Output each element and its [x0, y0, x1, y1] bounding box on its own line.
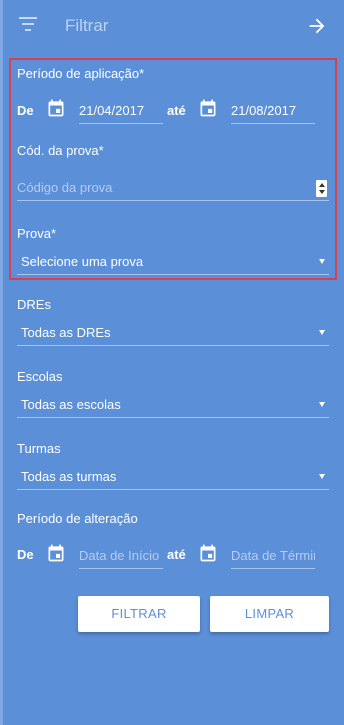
aplicacao-label: Período de aplicação*: [17, 66, 145, 81]
panel-left-edge: [0, 0, 3, 725]
alteracao-ate-label: até: [167, 547, 186, 562]
dres-select[interactable]: Todas as DREs: [17, 322, 329, 346]
turmas-label: Turmas: [17, 441, 61, 456]
arrow-right-icon[interactable]: [306, 15, 328, 37]
escolas-label: Escolas: [17, 369, 63, 384]
dres-select-value: Todas as DREs: [21, 325, 111, 340]
alteracao-start-date-field[interactable]: Data de Início: [79, 545, 163, 569]
alteracao-label: Período de alteração: [17, 511, 138, 526]
dropdown-caret-icon: [319, 474, 325, 479]
required-fields-highlight: [9, 58, 337, 280]
dres-label: DREs: [17, 297, 51, 312]
aplicacao-de-label: De: [17, 103, 34, 118]
dropdown-caret-icon: [319, 330, 325, 335]
codigo-prova-input[interactable]: Código da prova: [17, 177, 329, 201]
dropdown-caret-icon: [319, 259, 325, 264]
escolas-select[interactable]: Todas as escolas: [17, 394, 329, 418]
prova-label: Prova*: [17, 226, 57, 241]
codigo-prova-placeholder: Código da prova: [17, 180, 113, 195]
prova-select[interactable]: Selecione uma prova: [17, 251, 329, 275]
header-title: Filtrar: [65, 16, 109, 35]
filter-list-icon[interactable]: [18, 17, 38, 33]
aplicacao-start-date-field[interactable]: 21/04/2017: [79, 100, 163, 124]
calendar-icon[interactable]: [46, 543, 66, 563]
number-stepper-icon[interactable]: [315, 179, 328, 198]
turmas-select-value: Todas as turmas: [21, 469, 117, 484]
aplicacao-ate-label: até: [167, 103, 186, 118]
codigo-label: Cód. da prova*: [17, 143, 104, 158]
dropdown-caret-icon: [319, 402, 325, 407]
alteracao-de-label: De: [17, 547, 34, 562]
alteracao-end-date-field[interactable]: Data de Términ: [231, 545, 315, 569]
calendar-icon[interactable]: [198, 98, 218, 118]
escolas-select-value: Todas as escolas: [21, 397, 121, 412]
aplicacao-end-date-field[interactable]: 21/08/2017: [231, 100, 315, 124]
filtrar-button[interactable]: FILTRAR: [78, 596, 200, 632]
calendar-icon[interactable]: [198, 543, 218, 563]
prova-select-value: Selecione uma prova: [21, 254, 144, 269]
calendar-icon[interactable]: [46, 98, 66, 118]
filter-header: Filtrar: [0, 0, 344, 52]
turmas-select[interactable]: Todas as turmas: [17, 466, 329, 490]
limpar-button[interactable]: LIMPAR: [210, 596, 329, 632]
